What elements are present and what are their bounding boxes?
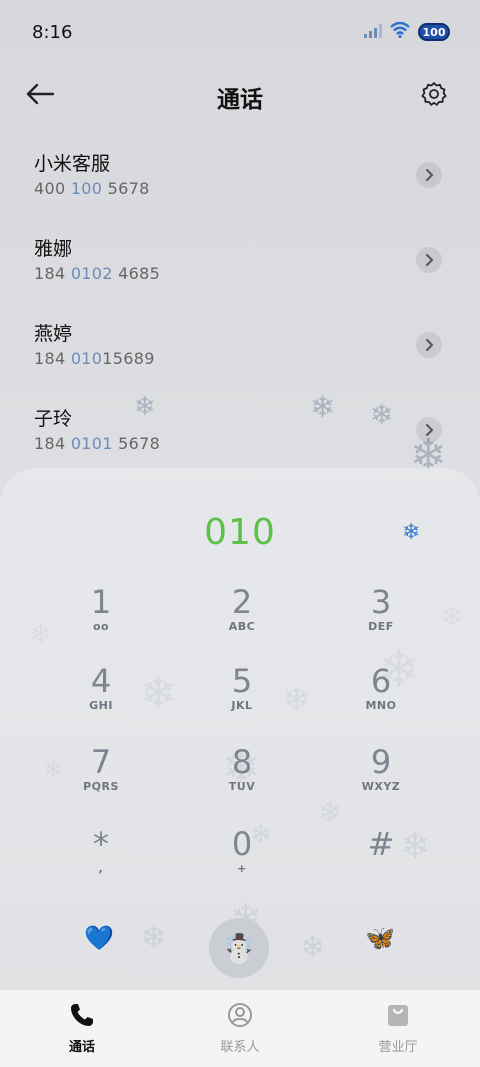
- contact-number: 400 100 5678: [34, 179, 150, 198]
- heart-icon[interactable]: 💙: [77, 916, 121, 960]
- tab-bar: 通话 联系人 营业厅: [0, 990, 480, 1067]
- contact-item[interactable]: 小米客服 400 100 5678: [0, 134, 480, 219]
- header: 通话: [0, 66, 480, 126]
- signal-icon: [364, 23, 382, 42]
- butterfly-icon[interactable]: 🦋: [358, 916, 402, 960]
- call-button[interactable]: ☃️: [209, 918, 269, 978]
- snowflake-icon[interactable]: ❄: [402, 520, 420, 545]
- dial-key-2[interactable]: 2 ABC: [197, 584, 287, 656]
- contact-detail-button[interactable]: [416, 417, 442, 443]
- contact-item[interactable]: 燕婷 184 01015689: [0, 304, 480, 389]
- contact-name: 燕婷: [34, 323, 73, 345]
- dial-key-4[interactable]: 4 GHI: [56, 663, 146, 735]
- contact-name: 小米客服: [34, 153, 111, 175]
- contact-name: 雅娜: [34, 238, 73, 260]
- chevron-right-icon: [424, 336, 434, 355]
- dial-key-7[interactable]: 7 PQRS: [56, 744, 146, 816]
- contact-item[interactable]: 雅娜 184 0102 4685: [0, 219, 480, 304]
- contact-detail-button[interactable]: [416, 247, 442, 273]
- contact-icon: [190, 1000, 290, 1030]
- wifi-icon: [390, 21, 410, 42]
- dial-key-8[interactable]: 8 TUV: [197, 744, 287, 816]
- tab-contacts[interactable]: 联系人: [190, 1000, 290, 1055]
- dial-key-6[interactable]: 6 MNO: [336, 663, 426, 735]
- status-bar: 8:16 100: [0, 0, 480, 66]
- voicemail-icon: ᴏᴏ: [92, 620, 110, 633]
- chevron-right-icon: [424, 421, 434, 440]
- dial-key-1[interactable]: 1 ᴏᴏ: [56, 584, 146, 656]
- battery-icon: 100: [418, 23, 450, 41]
- tab-calls[interactable]: 通话: [32, 1000, 132, 1055]
- dial-key-5[interactable]: 5 JKL: [197, 663, 287, 735]
- contact-number: 184 0102 4685: [34, 264, 161, 283]
- chevron-right-icon: [424, 166, 434, 185]
- dial-key-0[interactable]: 0 +: [197, 826, 287, 898]
- page-title: 通话: [217, 87, 263, 113]
- shopping-bag-icon: [348, 1000, 448, 1030]
- contact-item[interactable]: 子玲 184 0101 5678: [0, 389, 480, 474]
- status-icons: 100: [364, 21, 450, 42]
- snowman-icon: ☃️: [221, 931, 257, 965]
- contact-detail-button[interactable]: [416, 162, 442, 188]
- dial-key-star[interactable]: * ,: [56, 826, 146, 898]
- dial-key-9[interactable]: 9 WXYZ: [336, 744, 426, 816]
- settings-button[interactable]: [416, 78, 452, 114]
- contact-detail-button[interactable]: [416, 332, 442, 358]
- contact-number: 184 0101 5678: [34, 434, 161, 453]
- contact-number: 184 01015689: [34, 349, 155, 368]
- contact-name: 子玲: [34, 408, 73, 430]
- gear-icon: [421, 81, 447, 111]
- dial-key-hash[interactable]: #: [336, 826, 426, 898]
- tab-service-hall[interactable]: 营业厅: [348, 1000, 448, 1055]
- phone-icon: [32, 1000, 132, 1030]
- dial-key-3[interactable]: 3 DEF: [336, 584, 426, 656]
- chevron-right-icon: [424, 251, 434, 270]
- contact-list: 小米客服 400 100 5678 雅娜 184 0102 4685 燕婷 18…: [0, 134, 480, 474]
- status-time: 8:16: [32, 22, 73, 43]
